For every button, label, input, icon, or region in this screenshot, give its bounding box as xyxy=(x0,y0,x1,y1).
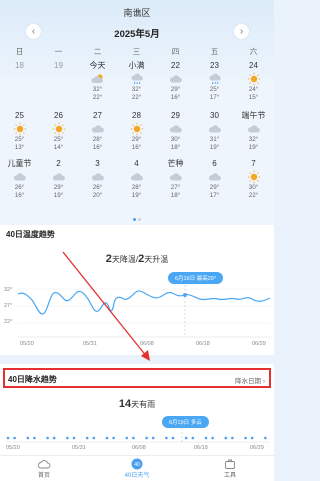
cloud-icon xyxy=(37,460,51,469)
bottom-tab-bar: 首页 40 40日天气 工具 xyxy=(0,455,274,481)
annotation-arrow xyxy=(62,251,150,361)
tab-tools-label: 工具 xyxy=(223,473,236,479)
svg-text:40: 40 xyxy=(134,462,140,468)
arrow-shaft xyxy=(62,251,148,358)
calendar-40-icon: 40 xyxy=(131,458,143,470)
tab-tools[interactable]: 工具 xyxy=(200,458,260,479)
toolbox-icon xyxy=(225,459,235,469)
tab-home-label: 首页 xyxy=(37,473,50,479)
tab-40-day-label: 40日天气 xyxy=(124,473,150,479)
tab-40-day[interactable]: 40 40日天气 xyxy=(107,458,167,479)
tab-home[interactable]: 首页 xyxy=(14,458,74,479)
